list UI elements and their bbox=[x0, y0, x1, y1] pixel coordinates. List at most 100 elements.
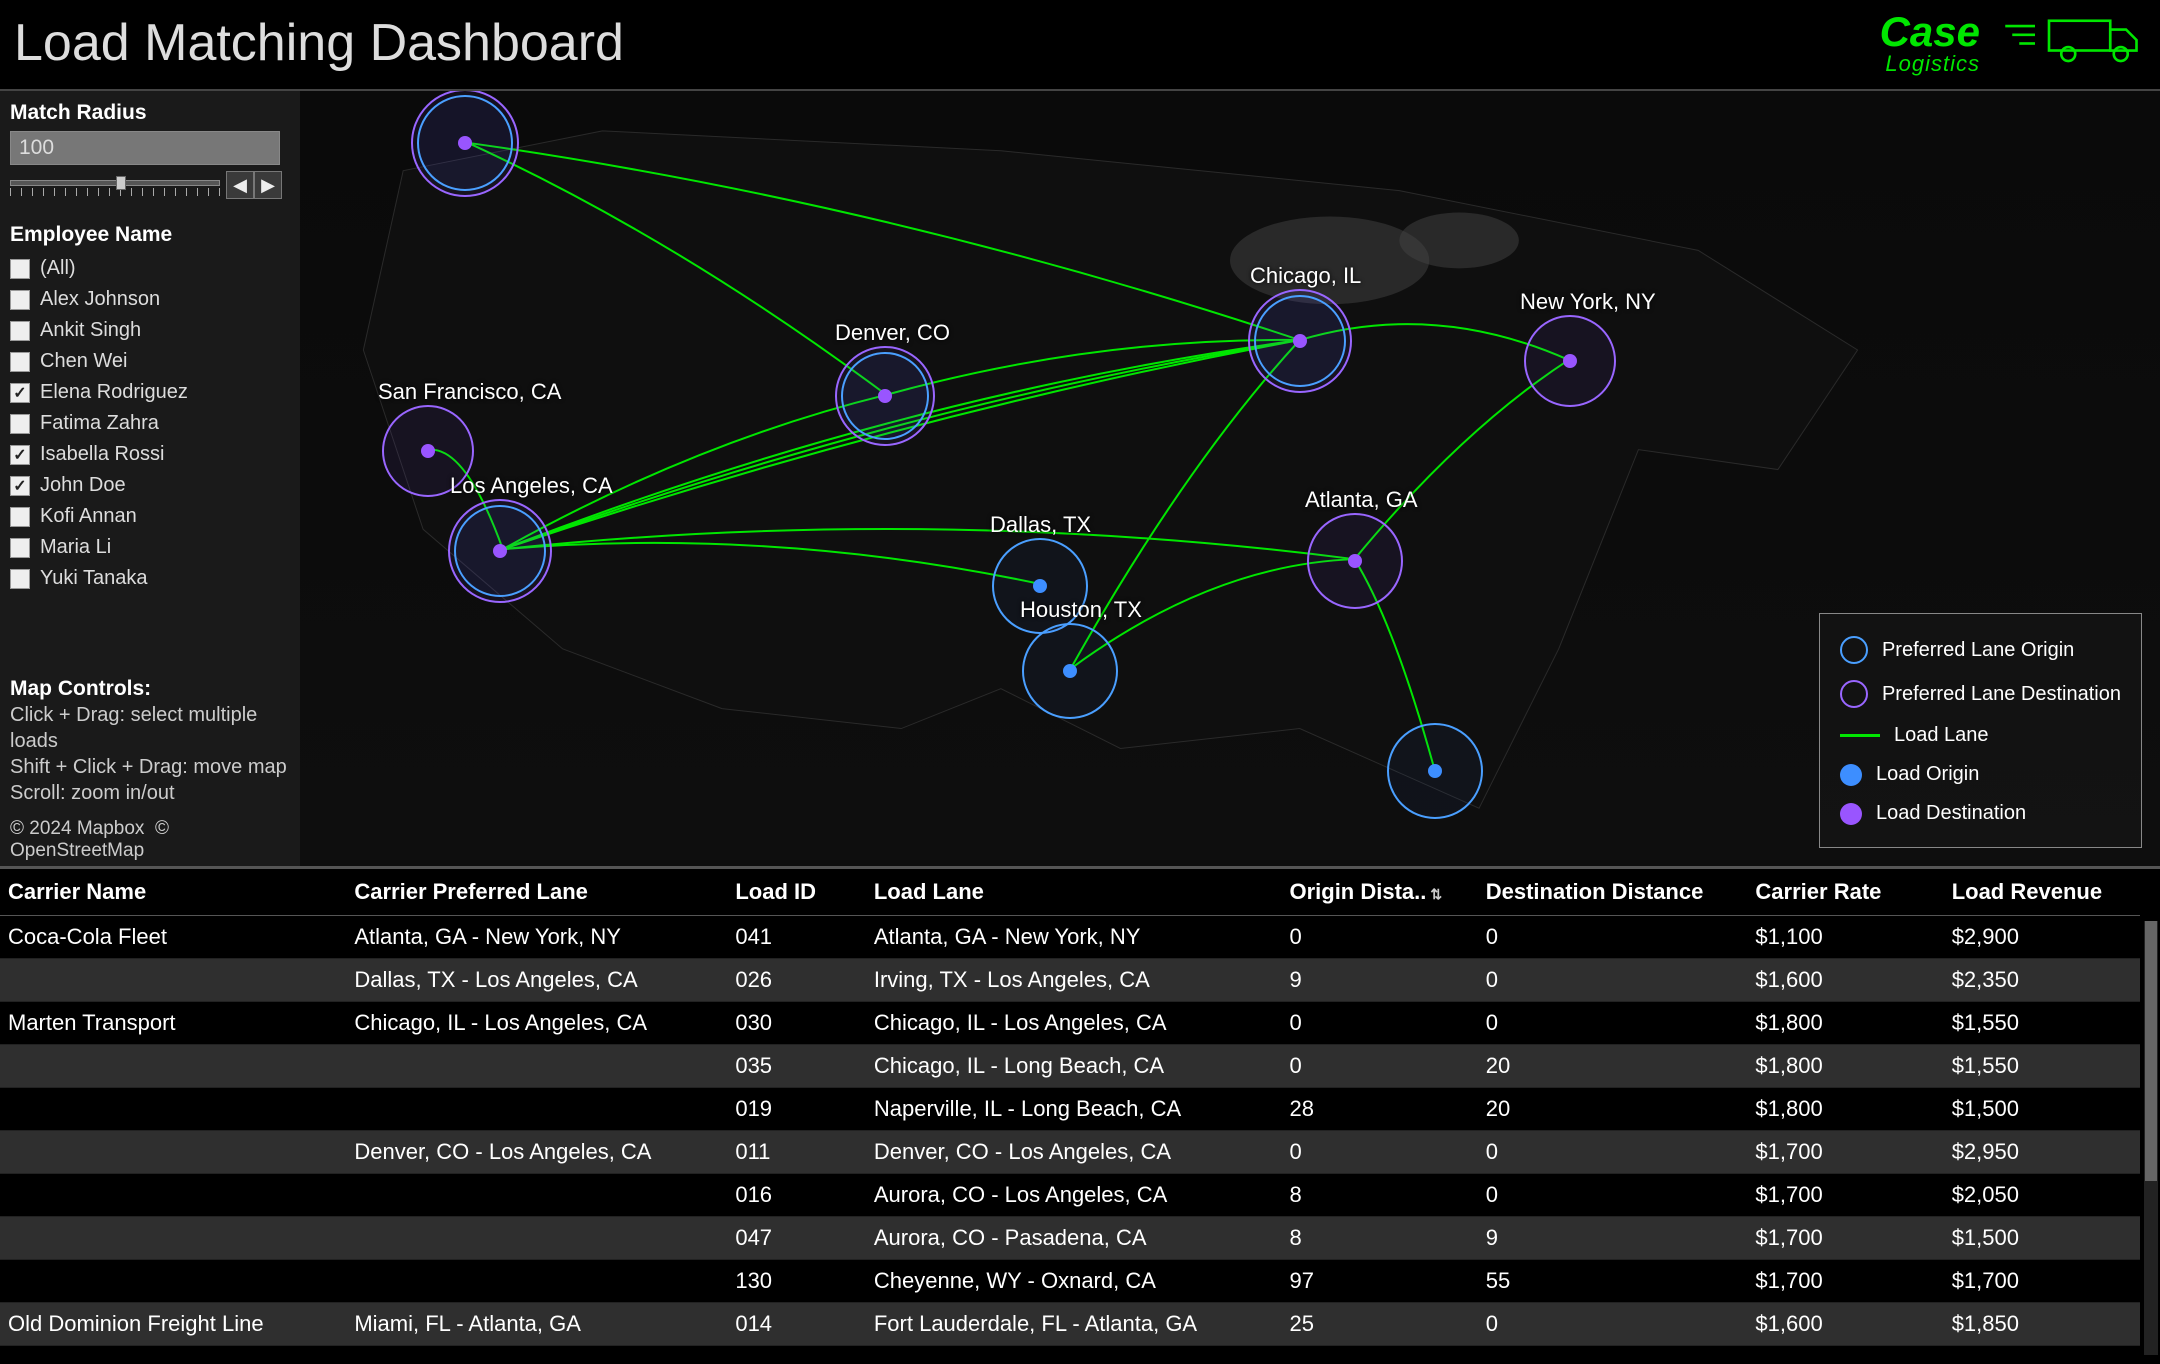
employee-filter-item[interactable]: Elena Rodriguez bbox=[10, 377, 290, 408]
column-header[interactable]: Destination Distance bbox=[1478, 869, 1748, 916]
city-marker[interactable] bbox=[1293, 334, 1307, 348]
column-header[interactable]: Carrier Name bbox=[0, 869, 346, 916]
employee-filter-item[interactable]: John Doe bbox=[10, 470, 290, 501]
city-marker[interactable] bbox=[878, 389, 892, 403]
checkbox[interactable] bbox=[10, 259, 30, 279]
load-lane-line bbox=[503, 340, 1300, 549]
checkbox[interactable] bbox=[10, 445, 30, 465]
table-cell: $2,350 bbox=[1944, 959, 2140, 1002]
employee-filter-item[interactable]: Yuki Tanaka bbox=[10, 563, 290, 594]
table-cell: 8 bbox=[1281, 1174, 1477, 1217]
table-cell: Dallas, TX - Los Angeles, CA bbox=[346, 959, 727, 1002]
table-row[interactable]: 130Cheyenne, WY - Oxnard, CA9755$1,700$1… bbox=[0, 1260, 2140, 1303]
checkbox[interactable] bbox=[10, 352, 30, 372]
table-cell: 0 bbox=[1478, 916, 1748, 959]
employee-filter-item[interactable]: (All) bbox=[10, 253, 290, 284]
checkbox[interactable] bbox=[10, 290, 30, 310]
table-cell: $1,700 bbox=[1747, 1217, 1943, 1260]
table-cell: 25 bbox=[1281, 1303, 1477, 1346]
city-marker[interactable] bbox=[1428, 764, 1442, 778]
checkbox[interactable] bbox=[10, 538, 30, 558]
table-cell: 0 bbox=[1281, 916, 1477, 959]
city-marker[interactable] bbox=[458, 136, 472, 150]
table-cell: $1,800 bbox=[1747, 1088, 1943, 1131]
table-cell: 55 bbox=[1478, 1260, 1748, 1303]
table-row[interactable]: Old Dominion Freight LineMiami, FL - Atl… bbox=[0, 1303, 2140, 1346]
table-row[interactable]: Marten TransportChicago, IL - Los Angele… bbox=[0, 1002, 2140, 1045]
employee-filter-item[interactable]: Isabella Rossi bbox=[10, 439, 290, 470]
column-header[interactable]: Carrier Rate bbox=[1747, 869, 1943, 916]
employee-filter-item[interactable]: Chen Wei bbox=[10, 346, 290, 377]
table-row[interactable]: Coca-Cola Fleet Atlanta, GA - New York, N… bbox=[0, 916, 2140, 959]
load-lane-line bbox=[503, 340, 1300, 549]
match-radius-input[interactable] bbox=[10, 131, 280, 165]
table-row[interactable]: Dallas, TX - Los Angeles, CA026Irving, T… bbox=[0, 959, 2140, 1002]
employee-filter-item[interactable]: Fatima Zahra bbox=[10, 408, 290, 439]
employee-filter-list: (All)Alex JohnsonAnkit SinghChen WeiElen… bbox=[10, 253, 290, 594]
legend-swatch bbox=[1840, 680, 1868, 708]
legend-label: Load Origin bbox=[1876, 763, 1979, 786]
column-header[interactable]: Carrier Preferred Lane bbox=[346, 869, 727, 916]
checkbox[interactable] bbox=[10, 569, 30, 589]
column-header[interactable]: Load Lane bbox=[866, 869, 1282, 916]
slider-prev-button[interactable]: ◀ bbox=[226, 171, 254, 199]
table-row[interactable]: 019Naperville, IL - Long Beach, CA2820$1… bbox=[0, 1088, 2140, 1131]
checkbox[interactable] bbox=[10, 507, 30, 527]
table-cell: Cheyenne, WY - Oxnard, CA bbox=[866, 1260, 1282, 1303]
city-marker[interactable] bbox=[1033, 579, 1047, 593]
load-lane-line bbox=[503, 395, 887, 549]
table-cell: 9 bbox=[1478, 1217, 1748, 1260]
column-header[interactable]: Origin Dista..⇅ bbox=[1281, 869, 1477, 916]
checkbox[interactable] bbox=[10, 414, 30, 434]
load-lane-line bbox=[468, 143, 886, 395]
map-controls-info: Map Controls: Click + Drag: select multi… bbox=[10, 675, 290, 814]
employee-filter-item[interactable]: Alex Johnson bbox=[10, 284, 290, 315]
table-cell bbox=[346, 1045, 727, 1088]
employee-filter-label: Employee Name bbox=[10, 223, 290, 247]
checkbox[interactable] bbox=[10, 476, 30, 496]
checkbox[interactable] bbox=[10, 321, 30, 341]
employee-filter-item[interactable]: Maria Li bbox=[10, 532, 290, 563]
table-cell: 28 bbox=[1281, 1088, 1477, 1131]
column-header[interactable]: Load Revenue bbox=[1944, 869, 2140, 916]
table-cell: $1,500 bbox=[1944, 1088, 2140, 1131]
table-cell: Naperville, IL - Long Beach, CA bbox=[866, 1088, 1282, 1131]
table-row[interactable]: 016Aurora, CO - Los Angeles, CA80$1,700$… bbox=[0, 1174, 2140, 1217]
table-cell: Atlanta, GA - New York, NY bbox=[866, 916, 1282, 959]
table-cell: Denver, CO - Los Angeles, CA bbox=[346, 1131, 727, 1174]
legend-item: Load Lane bbox=[1840, 716, 2121, 755]
employee-name: John Doe bbox=[40, 474, 126, 497]
city-marker[interactable] bbox=[1063, 664, 1077, 678]
header: Load Matching Dashboard Case Logistics bbox=[0, 0, 2160, 91]
table-cell: Coca-Cola Fleet bbox=[0, 916, 346, 959]
table-cell: $1,600 bbox=[1747, 959, 1943, 1002]
city-marker[interactable] bbox=[1563, 354, 1577, 368]
load-table[interactable]: Carrier NameCarrier Preferred LaneLoad I… bbox=[0, 869, 2140, 1346]
slider-next-button[interactable]: ▶ bbox=[254, 171, 282, 199]
column-header[interactable]: Load ID bbox=[727, 869, 866, 916]
table-row[interactable]: 035Chicago, IL - Long Beach, CA020$1,800… bbox=[0, 1045, 2140, 1088]
city-marker[interactable] bbox=[1348, 554, 1362, 568]
table-scrollbar[interactable] bbox=[2144, 921, 2158, 1355]
table-cell: $1,550 bbox=[1944, 1045, 2140, 1088]
city-marker[interactable] bbox=[493, 544, 507, 558]
checkbox[interactable] bbox=[10, 383, 30, 403]
employee-filter-item[interactable]: Kofi Annan bbox=[10, 501, 290, 532]
match-radius-slider[interactable] bbox=[10, 174, 220, 196]
legend-swatch bbox=[1840, 636, 1868, 664]
table-cell: Irving, TX - Los Angeles, CA bbox=[866, 959, 1282, 1002]
table-cell: 20 bbox=[1478, 1045, 1748, 1088]
legend-item: Load Origin bbox=[1840, 755, 2121, 794]
legend-label: Load Lane bbox=[1894, 724, 1989, 747]
city-marker[interactable] bbox=[421, 444, 435, 458]
table-row[interactable]: 047Aurora, CO - Pasadena, CA89$1,700$1,5… bbox=[0, 1217, 2140, 1260]
employee-name: Kofi Annan bbox=[40, 505, 137, 528]
employee-filter-item[interactable]: Ankit Singh bbox=[10, 315, 290, 346]
table-row[interactable]: Denver, CO - Los Angeles, CA011Denver, C… bbox=[0, 1131, 2140, 1174]
table-cell bbox=[346, 1260, 727, 1303]
map[interactable]: Preferred Lane OriginPreferred Lane Dest… bbox=[300, 91, 2160, 866]
table-cell: 0 bbox=[1281, 1045, 1477, 1088]
load-lane-line bbox=[1355, 360, 1569, 559]
table-cell: Aurora, CO - Pasadena, CA bbox=[866, 1217, 1282, 1260]
load-lane-line bbox=[1071, 340, 1300, 669]
